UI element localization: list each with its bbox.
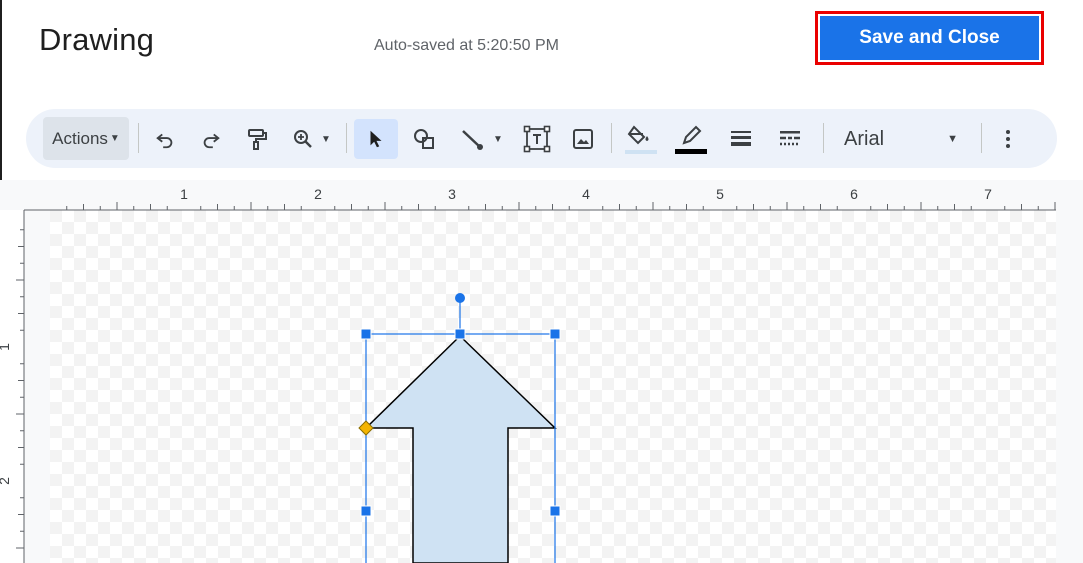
resize-handle-right[interactable] bbox=[549, 505, 561, 517]
toolbar-divider bbox=[823, 123, 824, 153]
autosave-status: Auto-saved at 5:20:50 PM bbox=[374, 37, 559, 54]
fill-color-icon bbox=[625, 125, 657, 154]
select-icon bbox=[370, 130, 382, 148]
ruler-label: 3 bbox=[448, 186, 456, 202]
chevron-down-icon: ▼ bbox=[947, 133, 958, 145]
paint-format-button[interactable] bbox=[237, 119, 277, 159]
save-and-close-label: Save and Close bbox=[820, 16, 1039, 60]
actions-label: Actions bbox=[52, 128, 108, 148]
ruler-label: 2 bbox=[314, 186, 322, 202]
chevron-down-icon: ▼ bbox=[109, 133, 120, 144]
ruler-label: 2 bbox=[0, 477, 12, 485]
zoom-button[interactable]: ▼ bbox=[283, 119, 339, 159]
ruler-label: 6 bbox=[850, 186, 858, 202]
ruler-label: 7 bbox=[984, 186, 992, 202]
zoom-icon bbox=[294, 130, 312, 148]
toolbar-divider bbox=[981, 123, 982, 153]
resize-handle-top[interactable] bbox=[454, 328, 466, 340]
redo-icon bbox=[203, 133, 220, 149]
border-dash-icon bbox=[780, 131, 800, 146]
rotate-handle[interactable] bbox=[455, 293, 465, 303]
undo-icon bbox=[156, 133, 173, 149]
toolbar-divider bbox=[346, 123, 347, 153]
redo-button[interactable] bbox=[191, 119, 231, 159]
more-options-button[interactable] bbox=[988, 119, 1028, 159]
ruler-label: 5 bbox=[716, 186, 724, 202]
shape-tool-button[interactable] bbox=[404, 119, 444, 159]
line-icon bbox=[462, 130, 484, 150]
fill-color-button[interactable] bbox=[621, 119, 661, 159]
image-button[interactable] bbox=[563, 119, 603, 159]
ruler-label: 1 bbox=[180, 186, 188, 202]
actions-menu-button[interactable]: Actions ▼ bbox=[43, 117, 129, 160]
save-and-close-button[interactable]: Save and Close bbox=[815, 11, 1044, 65]
image-icon bbox=[573, 129, 593, 149]
select-tool-button[interactable] bbox=[354, 119, 398, 159]
text-box-icon bbox=[523, 125, 551, 153]
chevron-down-icon: ▼ bbox=[321, 133, 331, 145]
ruler-label: 1 bbox=[0, 343, 12, 351]
font-family-value: Arial bbox=[844, 127, 885, 150]
text-box-button[interactable] bbox=[517, 119, 557, 159]
border-color-icon bbox=[675, 125, 707, 154]
resize-handle-top-left[interactable] bbox=[360, 328, 372, 340]
drawing-canvas[interactable]: 1 2 3 4 5 6 7 1 2 bbox=[0, 180, 1083, 563]
border-dash-button[interactable] bbox=[770, 119, 810, 159]
shape-icon bbox=[414, 129, 434, 149]
chevron-down-icon: ▼ bbox=[493, 133, 503, 145]
border-color-button[interactable] bbox=[671, 119, 711, 159]
drawing-toolbar: Actions ▼ ▼ ▼ Arial ▼ bbox=[26, 109, 1057, 168]
page-title: Drawing bbox=[39, 22, 155, 57]
paint-format-icon bbox=[248, 129, 267, 150]
border-weight-button[interactable] bbox=[721, 119, 761, 159]
toolbar-divider bbox=[138, 123, 139, 153]
ruler-label: 4 bbox=[582, 186, 590, 202]
line-tool-button[interactable]: ▼ bbox=[450, 119, 512, 159]
resize-handle-top-right[interactable] bbox=[549, 328, 561, 340]
font-family-select[interactable]: Arial ▼ bbox=[836, 119, 966, 159]
more-vert-icon bbox=[1006, 130, 1010, 148]
toolbar-divider bbox=[611, 123, 612, 153]
drawing-canvas-area[interactable]: 1 2 3 4 5 6 7 1 2 bbox=[0, 180, 1083, 563]
undo-button[interactable] bbox=[145, 119, 185, 159]
border-weight-icon bbox=[731, 131, 751, 146]
resize-handle-left[interactable] bbox=[360, 505, 372, 517]
